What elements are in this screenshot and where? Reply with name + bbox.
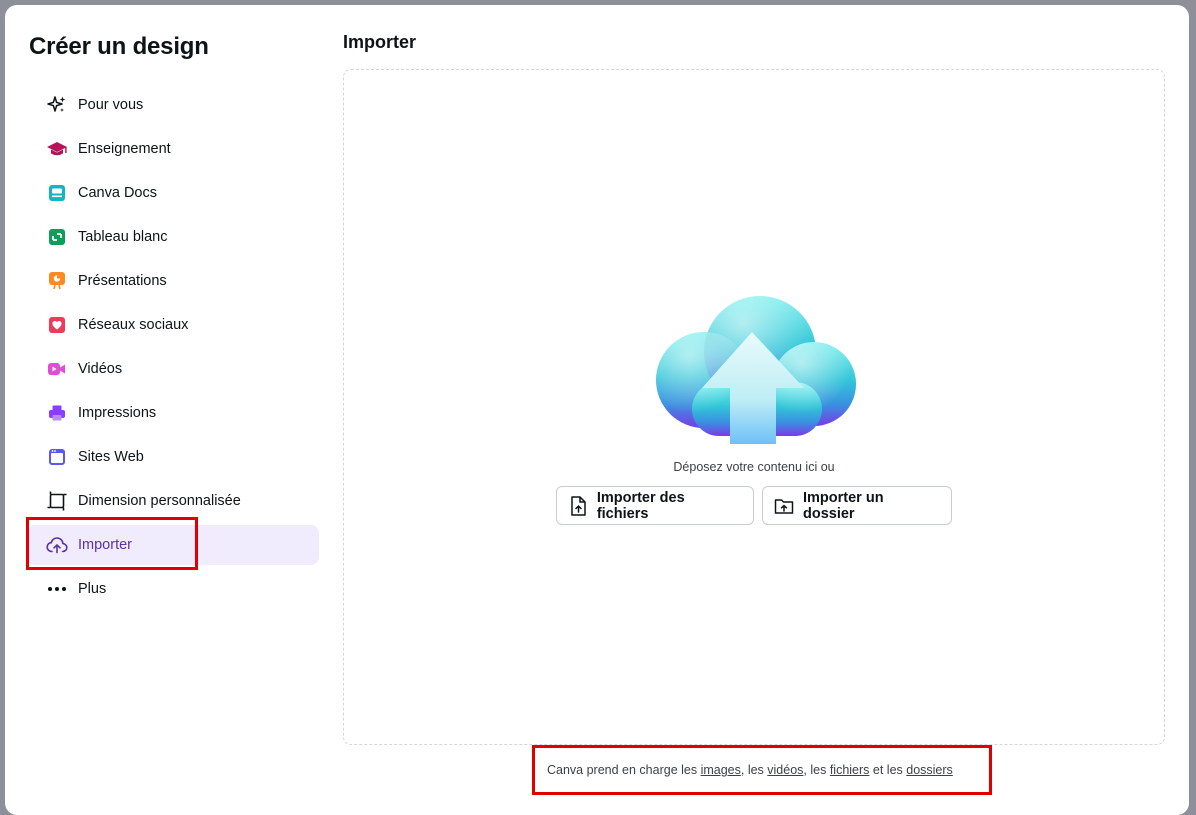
sidebar-item-label: Enseignement	[78, 141, 171, 157]
sidebar-item-label: Pour vous	[78, 97, 144, 113]
note-prefix: Canva prend en charge les	[547, 763, 701, 777]
create-design-modal: Créer un design Pour vous Enseignement C…	[5, 5, 1189, 815]
note-sep: , les	[803, 763, 830, 777]
files-link[interactable]: fichiers	[830, 763, 870, 777]
upload-files-button[interactable]: Importer des fichiers	[556, 486, 754, 525]
sidebar-title: Créer un design	[29, 33, 209, 60]
sidebar-item-impressions[interactable]: Impressions	[27, 393, 319, 433]
sidebar-item-label: Tableau blanc	[78, 229, 168, 245]
crop-icon	[46, 490, 68, 512]
sidebar-item-label: Plus	[78, 581, 107, 597]
whiteboard-icon	[46, 226, 68, 248]
note-sep: , les	[740, 763, 768, 777]
upload-dropzone[interactable]: Déposez votre contenu ici ou Importer de…	[343, 69, 1165, 745]
sidebar-item-label: Importer	[78, 537, 132, 553]
sidebar-item-reseaux-sociaux[interactable]: Réseaux sociaux	[27, 305, 319, 345]
sidebar-item-label: Impressions	[78, 405, 157, 421]
presentation-icon	[46, 270, 68, 292]
sidebar-item-label: Réseaux sociaux	[78, 317, 189, 333]
cloud-upload-illustration-icon	[652, 292, 856, 448]
file-upload-icon	[568, 495, 588, 516]
sparkles-icon	[46, 94, 68, 116]
upload-folder-button[interactable]: Importer un dossier	[762, 486, 952, 525]
sidebar-item-videos[interactable]: Vidéos	[27, 349, 319, 389]
sidebar-item-canva-docs[interactable]: Canva Docs	[27, 173, 319, 213]
videos-link[interactable]: vidéos	[767, 763, 803, 777]
sidebar-item-dimension-personnalisee[interactable]: Dimension personnalisée	[27, 481, 319, 521]
sidebar-item-plus[interactable]: Plus	[27, 569, 319, 609]
upload-files-label: Importer des fichiers	[596, 489, 685, 522]
sidebar-nav: Pour vous Enseignement Canva Docs Tablea…	[27, 85, 319, 613]
sidebar-item-sites-web[interactable]: Sites Web	[27, 437, 319, 477]
folders-link[interactable]: dossiers	[906, 763, 953, 777]
graduation-cap-icon	[46, 138, 68, 160]
images-link[interactable]: images	[701, 763, 741, 777]
sidebar-item-label: Sites Web	[78, 449, 144, 465]
page-title: Importer	[343, 32, 417, 52]
sidebar-item-importer[interactable]: Importer	[27, 525, 319, 565]
sidebar-item-presentations[interactable]: Présentations	[27, 261, 319, 301]
video-icon	[46, 358, 68, 380]
more-dots-icon	[46, 578, 68, 600]
sidebar-item-label: Présentations	[78, 273, 167, 289]
note-sep: et les	[869, 763, 907, 777]
drop-instruction: Déposez votre contenu ici ou	[673, 460, 835, 474]
sidebar-item-tableau-blanc[interactable]: Tableau blanc	[27, 217, 319, 257]
supported-formats-note: Canva prend en charge les images, les vi…	[547, 763, 953, 777]
sidebar-item-label: Vidéos	[78, 361, 123, 377]
upload-folder-label: Importer un dossier	[803, 489, 884, 522]
sidebar-item-enseignement[interactable]: Enseignement	[27, 129, 319, 169]
heart-icon	[46, 314, 68, 336]
sidebar-item-pour-vous[interactable]: Pour vous	[27, 85, 319, 125]
folder-upload-icon	[774, 496, 794, 516]
printer-icon	[46, 402, 68, 424]
docs-icon	[46, 182, 68, 204]
sidebar-item-label: Canva Docs	[78, 185, 157, 201]
cloud-upload-icon	[46, 534, 68, 556]
website-icon	[46, 446, 68, 468]
sidebar-item-label: Dimension personnalisée	[78, 493, 241, 509]
